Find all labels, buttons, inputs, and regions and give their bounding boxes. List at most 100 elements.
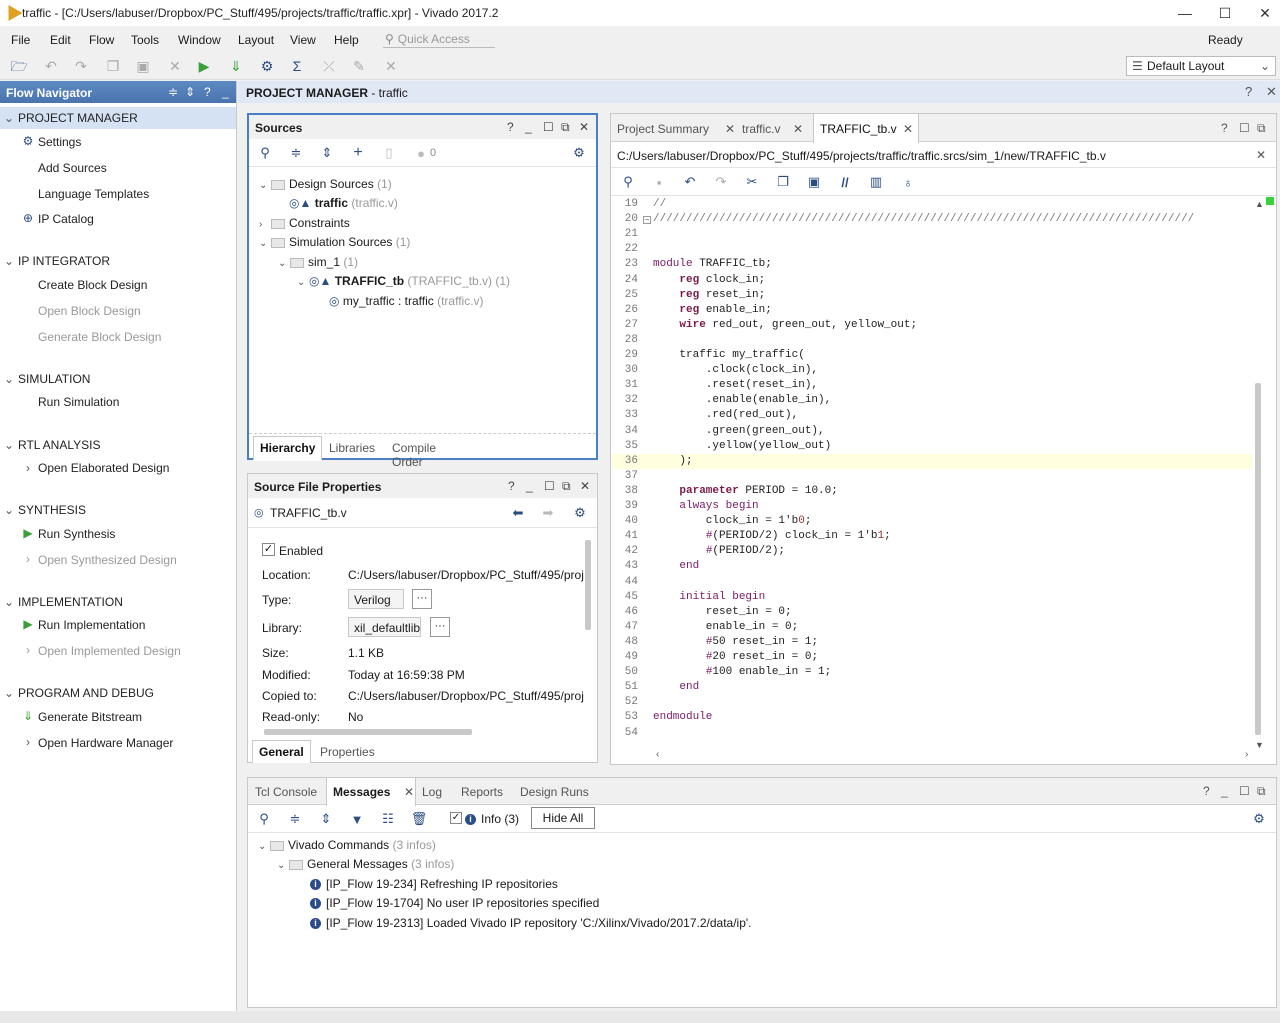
nav-open-implemented-design[interactable]: Open Implemented Design <box>38 644 181 658</box>
scroll-right-icon[interactable]: › <box>1245 749 1248 760</box>
code-line[interactable]: 22 <box>612 242 1252 257</box>
collapse-all-icon[interactable]: ≑ <box>286 810 304 828</box>
expand-all-icon[interactable]: ⇕ <box>318 144 336 162</box>
hide-all-button[interactable]: Hide All <box>531 807 595 829</box>
maximize-icon[interactable]: ☐ <box>543 120 554 134</box>
info-filter-checkbox[interactable]: ✓ <box>450 812 462 824</box>
report-sigma-icon[interactable]: Σ <box>288 57 306 75</box>
delete-icon[interactable]: ✕ <box>166 57 184 75</box>
code-line[interactable]: 46 reset_in = 0; <box>612 605 1252 620</box>
properties-icon[interactable]: ▯ <box>380 144 398 162</box>
code-line[interactable]: 43 end <box>612 559 1252 574</box>
close-window-button[interactable]: ✕ <box>1245 2 1280 24</box>
menu-flow[interactable]: Flow <box>89 33 114 47</box>
code-line[interactable]: 23 module TRAFFIC_tb; <box>612 257 1252 272</box>
code-line[interactable]: 45 initial begin <box>612 590 1252 605</box>
tree-constraints[interactable]: › Constraints <box>259 216 350 230</box>
fold-icon[interactable]: − <box>643 216 651 224</box>
tab-compile-order[interactable]: Compile Order <box>386 437 442 473</box>
tab-log[interactable]: Log <box>422 785 442 799</box>
tab-tcl-console[interactable]: Tcl Console <box>255 785 317 799</box>
maximize-icon[interactable]: ☐ <box>1239 784 1250 798</box>
section-synthesis[interactable]: ⌄ SYNTHESIS <box>4 503 86 517</box>
gear-icon[interactable]: ⚙ <box>570 144 588 162</box>
type-more-button[interactable]: ··· <box>412 589 432 609</box>
close-tab-icon[interactable]: ✕ <box>404 785 414 799</box>
tab-traffic-tb-active[interactable]: TRAFFIC_tb.v ✕ <box>813 114 919 143</box>
code-line[interactable]: 32 .enable(enable_in), <box>612 393 1252 408</box>
undo-icon[interactable]: ↶ <box>681 173 699 191</box>
code-line[interactable]: 27 wire red_out, green_out, yellow_out; <box>612 318 1252 333</box>
close-tab-icon[interactable]: ✕ <box>725 122 735 136</box>
redo-icon[interactable]: ↷ <box>72 57 90 75</box>
help-icon[interactable]: ? <box>204 85 211 99</box>
section-implementation[interactable]: ⌄ IMPLEMENTATION <box>4 595 123 609</box>
code-line[interactable]: 30 .clock(clock_in), <box>612 363 1252 378</box>
tab-properties[interactable]: Properties <box>314 741 381 763</box>
tab-libraries[interactable]: Libraries <box>323 437 381 459</box>
close-icon[interactable]: ✕ <box>1266 84 1277 100</box>
add-sources-icon[interactable]: + <box>349 144 367 162</box>
comment-icon[interactable]: // <box>836 173 854 191</box>
code-line[interactable]: 42 #(PERIOD/2); <box>612 544 1252 559</box>
search-icon[interactable]: ⚲ <box>619 173 637 191</box>
collapse-all-icon[interactable]: ≑ <box>168 85 178 99</box>
menu-edit[interactable]: Edit <box>50 33 71 47</box>
float-icon[interactable]: ⧉ <box>1257 784 1266 799</box>
copy-icon[interactable]: ❐ <box>104 57 122 75</box>
message-item[interactable]: i [IP_Flow 19-234] Refreshing IP reposito… <box>310 877 558 891</box>
code-line[interactable]: 21 <box>612 227 1252 242</box>
search-icon[interactable]: ⚲ <box>256 144 274 162</box>
undo-icon[interactable]: ↶ <box>42 57 60 75</box>
code-line[interactable]: 28 <box>612 333 1252 348</box>
maximize-icon[interactable]: ☐ <box>544 479 555 493</box>
code-line[interactable]: 19 // <box>612 197 1252 212</box>
scroll-left-icon[interactable]: ‹ <box>656 749 659 760</box>
menu-help[interactable]: Help <box>334 33 359 47</box>
section-ip-integrator[interactable]: ⌄ IP INTEGRATOR <box>4 254 110 268</box>
collapse-all-icon[interactable]: ≑ <box>287 144 305 162</box>
minimize-icon[interactable]: _ <box>1221 784 1228 798</box>
minimize-button[interactable]: — <box>1165 2 1205 24</box>
close-icon[interactable]: ✕ <box>579 120 589 134</box>
section-rtl-analysis[interactable]: ⌄ RTL ANALYSIS <box>4 438 100 452</box>
expand-all-icon[interactable]: ⇕ <box>185 85 195 99</box>
columns-icon[interactable]: ▥ <box>867 173 885 191</box>
help-icon[interactable]: ? <box>1203 784 1210 798</box>
code-line[interactable]: 33 .red(red_out), <box>612 408 1252 423</box>
code-line[interactable]: 39 always begin <box>612 499 1252 514</box>
section-simulation[interactable]: ⌄ SIMULATION <box>4 372 90 386</box>
chevron-right-icon[interactable]: › <box>20 735 36 749</box>
back-arrow-icon[interactable]: ⬅ <box>509 504 527 522</box>
tree-design-sources[interactable]: ⌄ Design Sources (1) <box>259 177 392 191</box>
float-icon[interactable]: ⧉ <box>562 479 571 494</box>
paste-icon[interactable]: ▣ <box>805 173 823 191</box>
nav-ip-catalog[interactable]: IP Catalog <box>38 212 94 226</box>
code-line[interactable]: 20 //////////////////////////////////////… <box>612 212 1252 227</box>
tab-traffic-v[interactable]: traffic.v <box>742 122 780 136</box>
close-icon[interactable]: ✕ <box>1256 148 1266 162</box>
message-list-icon[interactable]: ☷ <box>379 810 397 828</box>
code-line[interactable]: 51 end <box>612 680 1252 695</box>
code-line[interactable]: 44 <box>612 575 1252 590</box>
code-line[interactable]: 31 .reset(reset_in), <box>612 378 1252 393</box>
copy-icon[interactable]: ❐ <box>774 173 792 191</box>
float-icon[interactable]: ⧉ <box>561 120 570 135</box>
nav-run-implementation[interactable]: Run Implementation <box>38 618 145 632</box>
maximize-icon[interactable]: ☐ <box>1239 121 1250 135</box>
menu-window[interactable]: Window <box>178 33 221 47</box>
code-line[interactable]: 53 endmodule <box>612 710 1252 725</box>
nav-open-elaborated-design[interactable]: Open Elaborated Design <box>38 461 169 475</box>
delete-icon[interactable]: 🗑 <box>410 810 428 828</box>
code-editor[interactable]: 19 // 20 //////////////////////////////////… <box>612 197 1264 747</box>
layout-select[interactable]: ☰ Default Layout ⌄ <box>1126 56 1276 76</box>
horizontal-scrollbar[interactable] <box>264 729 472 735</box>
program-bitstream-icon[interactable]: ⇓ <box>227 57 245 75</box>
tree-simulation-sources[interactable]: ⌄ Simulation Sources (1) <box>259 235 410 249</box>
tree-my-traffic[interactable]: ◎ my_traffic : traffic (traffic.v) <box>329 294 484 308</box>
code-line[interactable]: 50 #100 enable_in = 1; <box>612 665 1252 680</box>
help-icon[interactable]: ? <box>508 479 515 493</box>
help-icon[interactable]: ? <box>1245 84 1252 99</box>
code-line[interactable]: 36 ); <box>612 453 1252 469</box>
nav-language-templates[interactable]: Language Templates <box>38 187 149 201</box>
